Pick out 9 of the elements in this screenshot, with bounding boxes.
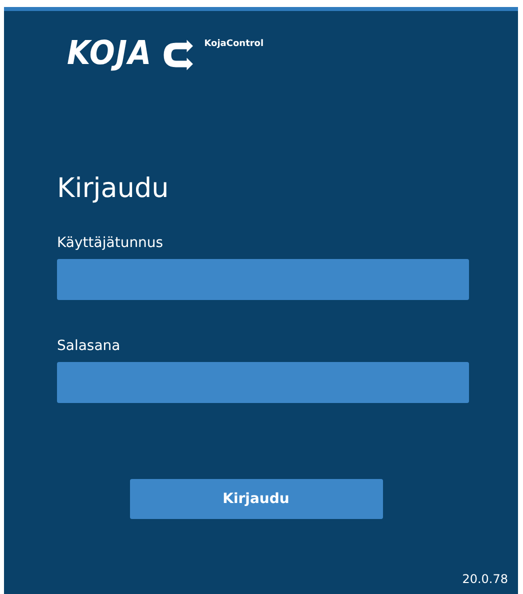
field-label: Salasana: [57, 337, 122, 356]
version-label: 20.0.78: [462, 571, 508, 588]
logo-wordmark: KOJA: [67, 35, 152, 73]
product-name: KojaControl: [204, 38, 264, 51]
input-field[interactable]: [57, 259, 469, 300]
field-label: Käyttäjätunnus: [57, 234, 164, 253]
login-button[interactable]: Kirjaudu: [130, 479, 382, 519]
page-title: Kirjaudu: [57, 172, 170, 206]
input-field[interactable]: [57, 362, 469, 403]
